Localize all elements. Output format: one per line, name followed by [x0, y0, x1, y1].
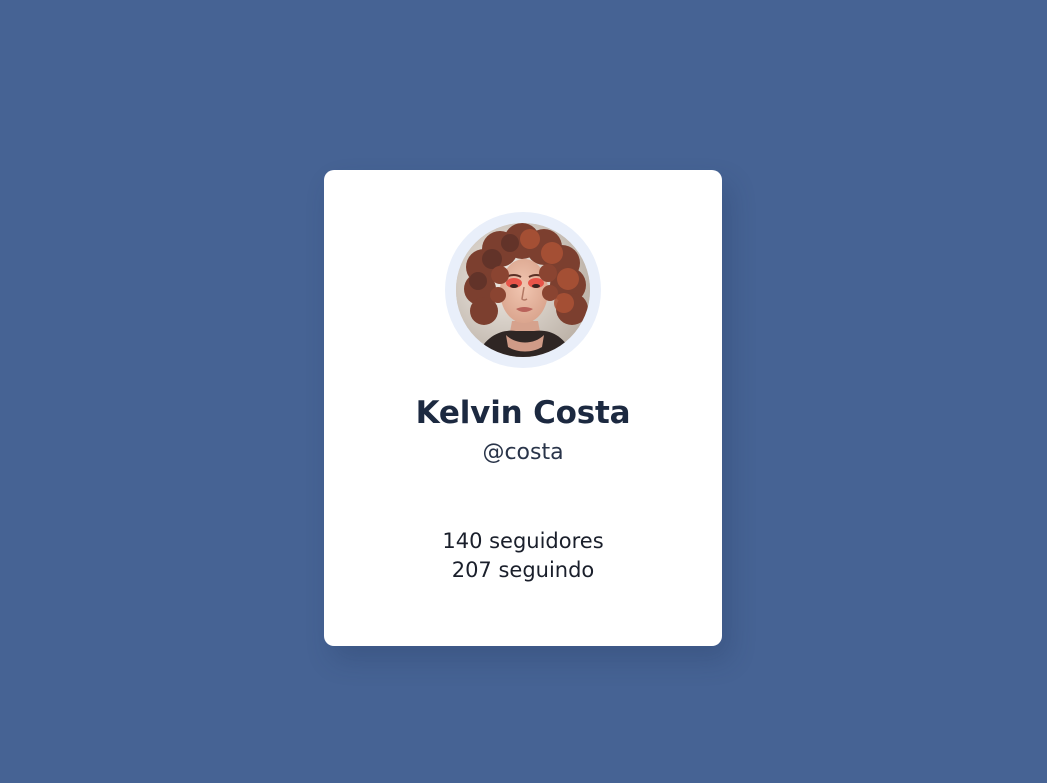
profile-card: Kelvin Costa @costa 140 seguidores 207 s…: [324, 170, 722, 646]
avatar: [456, 223, 590, 357]
avatar-ring: [445, 212, 601, 368]
following-count: 207 seguindo: [451, 558, 595, 582]
followers-count: 140 seguidores: [442, 529, 604, 553]
profile-name: Kelvin Costa: [415, 395, 631, 431]
page-background: Kelvin Costa @costa 140 seguidores 207 s…: [0, 0, 1047, 783]
profile-handle: @costa: [482, 440, 564, 465]
avatar-photo-icon: [456, 223, 590, 357]
profile-stats: 140 seguidores 207 seguindo: [324, 527, 722, 585]
